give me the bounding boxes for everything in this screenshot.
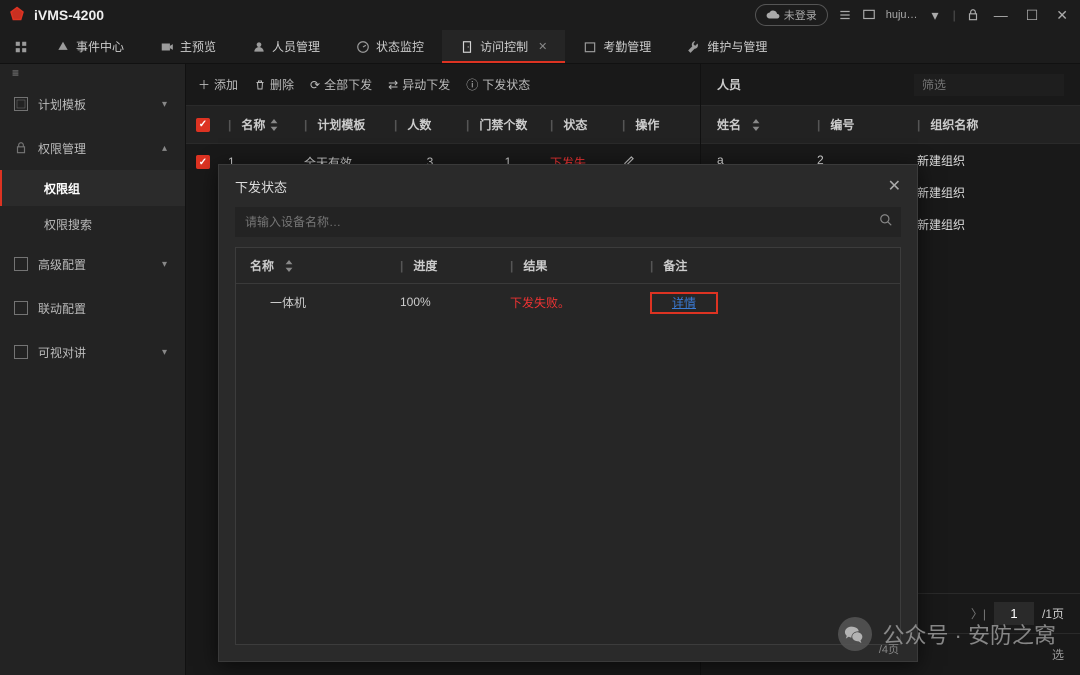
sidebar-sub-perm-group[interactable]: 权限组 (0, 170, 185, 206)
titlebar: iVMS-4200 未登录 huju… ▾ | — ☐ ✕ (0, 0, 1080, 30)
apply-status-dialog: 下发状态 ✕ 名称 |进度 |结果 |备注 一体机 100% 下发失败。 详情 … (218, 164, 918, 662)
menu-event[interactable]: 事件中心 (38, 30, 142, 63)
menu-person[interactable]: 人员管理 (234, 30, 338, 63)
cell-progress: 100% (400, 295, 510, 309)
user-menu[interactable]: huju… (886, 9, 918, 21)
app-logo-icon (8, 6, 26, 24)
row-checkbox[interactable] (196, 155, 210, 169)
apply-all-button[interactable]: ⟳全部下发 (310, 76, 372, 93)
menu-app[interactable] (4, 30, 38, 63)
list-icon[interactable] (838, 8, 852, 22)
gauge-icon (356, 40, 370, 54)
close-tab-icon[interactable]: ✕ (538, 40, 547, 53)
wechat-icon (838, 617, 872, 651)
calendar-icon (583, 40, 597, 54)
menu-maintain[interactable]: 维护与管理 (669, 30, 785, 63)
delete-button[interactable]: 删除 (254, 76, 294, 93)
detail-link[interactable]: 详情 (672, 296, 696, 310)
menu-status[interactable]: 状态监控 (338, 30, 442, 63)
sidebar: ≡ 计划模板▾ 权限管理▴ 权限组 权限搜索 高级配置▾ 联动配置 可视对讲▾ (0, 64, 186, 675)
wrench-icon (687, 40, 701, 54)
linkage-icon (14, 301, 28, 315)
menu-bar: 事件中心 主预览 人员管理 状态监控 访问控制✕ 考勤管理 维护与管理 (0, 30, 1080, 64)
close-window-button[interactable]: ✕ (1052, 7, 1072, 24)
camera-icon (160, 40, 174, 54)
trash-icon (254, 79, 266, 91)
login-status-text: 未登录 (784, 7, 817, 23)
screen-icon[interactable] (862, 8, 876, 22)
menu-attendance[interactable]: 考勤管理 (565, 30, 669, 63)
sidebar-item-plan[interactable]: 计划模板▾ (0, 82, 185, 126)
sidebar-collapse-icon[interactable]: ≡ (12, 66, 19, 80)
app-title: iVMS-4200 (34, 7, 104, 23)
sidebar-sub-perm-search[interactable]: 权限搜索 (0, 206, 185, 242)
lock-icon[interactable] (966, 8, 980, 22)
chevron-down-icon[interactable]: ▾ (928, 7, 943, 24)
device-search-input[interactable] (235, 207, 901, 237)
apply-status-button[interactable]: ⓘ下发状态 (466, 76, 530, 93)
cell-device-name: 一体机 (250, 294, 400, 311)
group-table-header: |名称 |计划模板 |人数 |门禁个数 |状态 |操作 (186, 106, 700, 144)
menu-access[interactable]: 访问控制✕ (442, 30, 565, 63)
sidebar-item-permission[interactable]: 权限管理▴ (0, 126, 185, 170)
cell-result: 下发失败。 (510, 294, 650, 311)
menu-preview[interactable]: 主预览 (142, 30, 234, 63)
settings-icon (14, 257, 28, 271)
minimize-button[interactable]: — (990, 7, 1012, 23)
dialog-table-header: 名称 |进度 |结果 |备注 (236, 248, 900, 284)
apply-diff-button[interactable]: ⇄异动下发 (388, 76, 450, 93)
person-icon (252, 40, 266, 54)
select-all-checkbox[interactable] (196, 118, 210, 132)
cloud-icon (766, 8, 780, 22)
intercom-icon (14, 345, 28, 359)
dialog-table-row: 一体机 100% 下发失败。 详情 (236, 284, 900, 320)
dialog-title: 下发状态 (235, 177, 287, 196)
person-table-header: 姓名 |编号 |组织名称 (701, 106, 1080, 144)
template-icon (14, 97, 28, 111)
sidebar-item-intercom[interactable]: 可视对讲▾ (0, 330, 185, 374)
alarm-icon (56, 40, 70, 54)
sidebar-item-advanced[interactable]: 高级配置▾ (0, 242, 185, 286)
maximize-button[interactable]: ☐ (1022, 7, 1043, 24)
person-filter-input[interactable] (914, 74, 1064, 96)
sort-icon[interactable] (284, 260, 294, 272)
sidebar-item-linkage[interactable]: 联动配置 (0, 286, 185, 330)
person-panel-title: 人员 (717, 76, 741, 93)
toolbar: ＋添加 删除 ⟳全部下发 ⇄异动下发 ⓘ下发状态 (186, 64, 700, 106)
sort-icon[interactable] (751, 119, 761, 131)
lock-icon (14, 141, 28, 155)
search-icon[interactable] (879, 213, 893, 230)
login-status-badge[interactable]: 未登录 (755, 4, 828, 26)
dialog-close-button[interactable]: ✕ (888, 176, 901, 196)
door-icon (460, 40, 474, 54)
watermark-text: 公众号 · 安防之窝 (882, 618, 1056, 650)
sort-icon[interactable] (269, 119, 279, 131)
grid-icon (14, 40, 28, 54)
add-button[interactable]: ＋添加 (198, 76, 238, 93)
watermark: 公众号 · 安防之窝 (838, 617, 1056, 651)
